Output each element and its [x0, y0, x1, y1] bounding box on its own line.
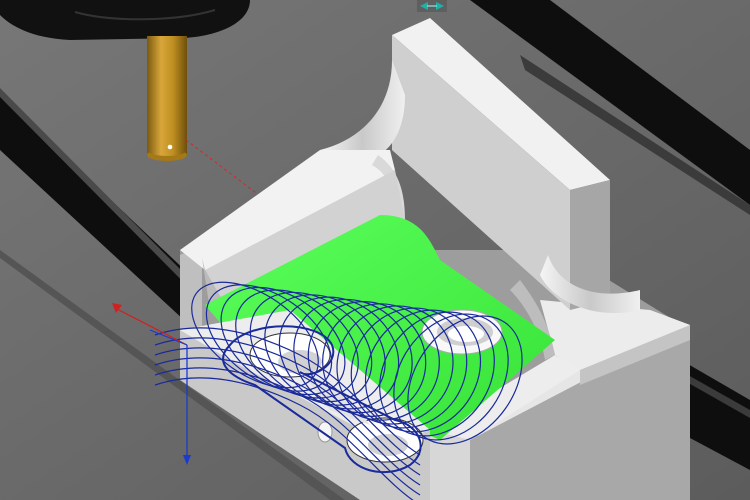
rotation-gizmo-icon[interactable]: [417, 0, 447, 12]
cam-3d-viewport[interactable]: [0, 0, 750, 500]
tool-tip-point: [167, 144, 173, 150]
cutting-tool: [147, 36, 187, 161]
